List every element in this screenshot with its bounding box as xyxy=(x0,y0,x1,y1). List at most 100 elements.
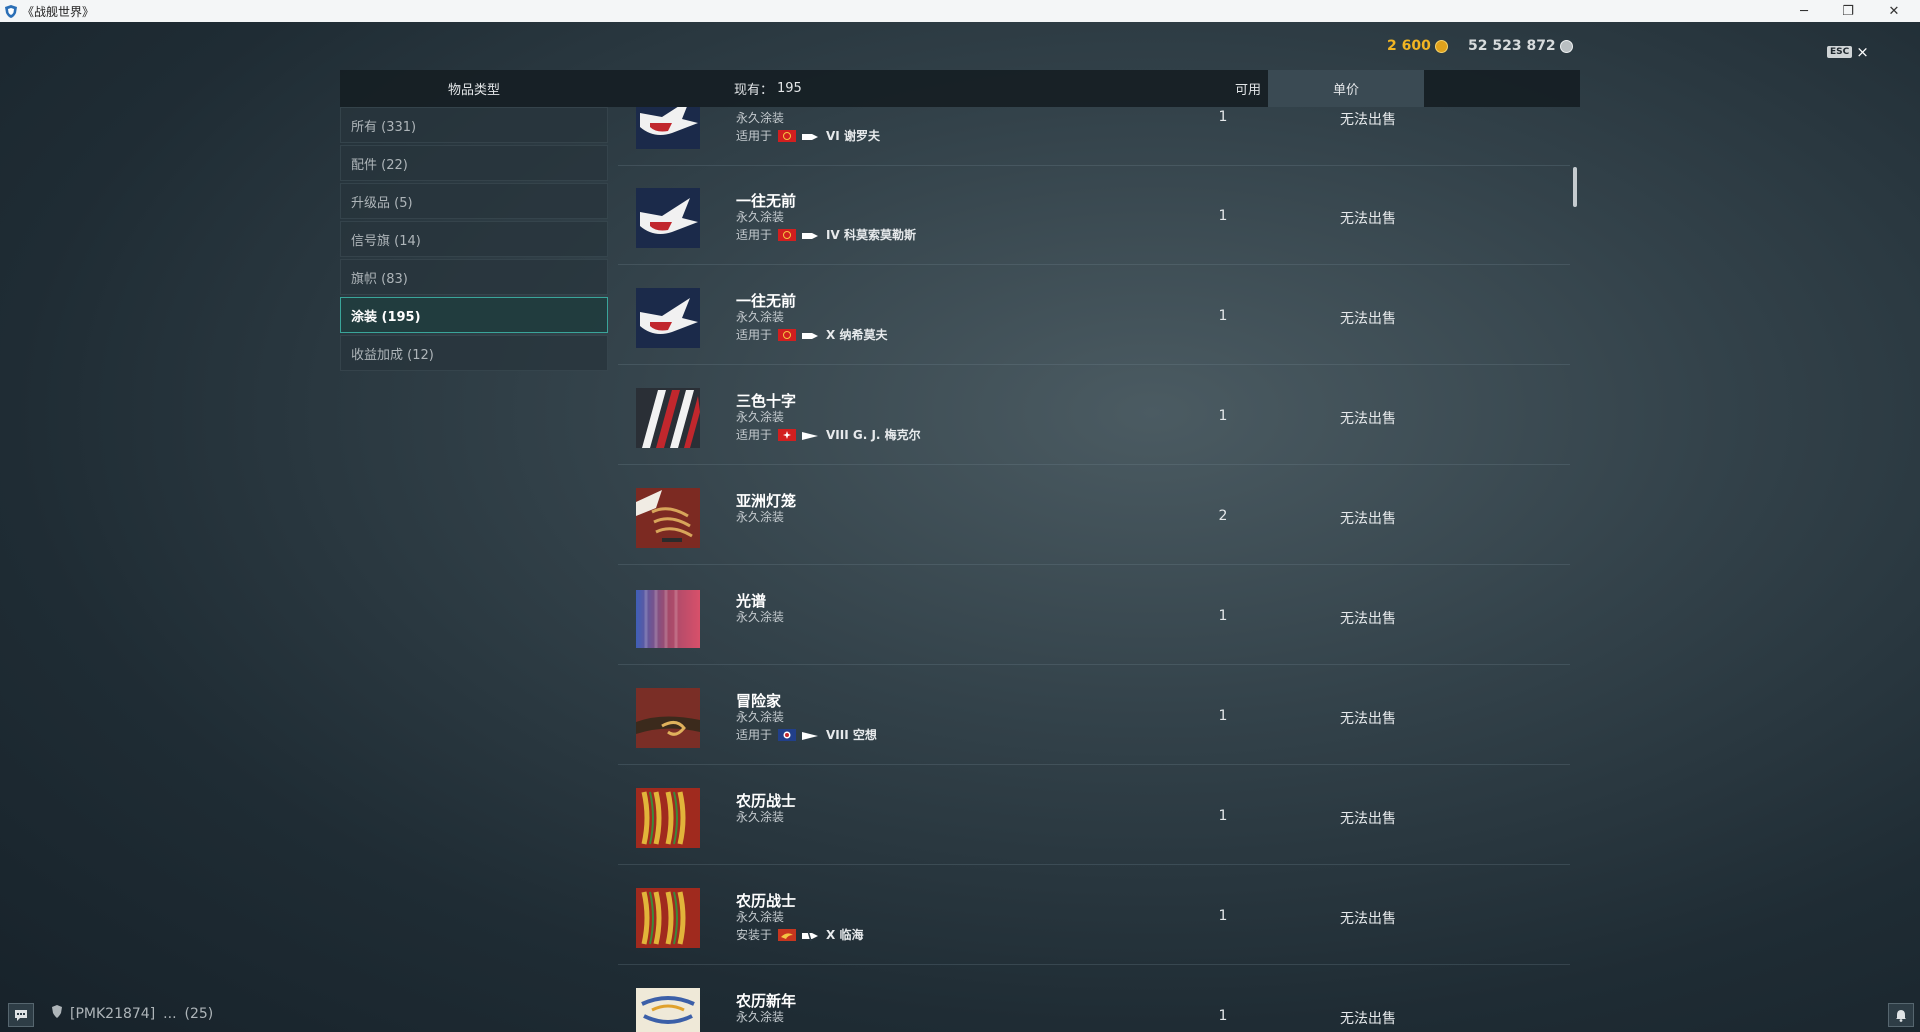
chat-button[interactable] xyxy=(8,1003,34,1027)
item-applies: 适用于 VIII G. J. 梅克尔 xyxy=(736,426,921,443)
item-applies: 安装于 X 临海 xyxy=(736,926,863,943)
item-price: 无法出售 xyxy=(1340,211,1396,227)
lantern-camo-icon xyxy=(632,482,704,554)
minimize-button[interactable]: ─ xyxy=(1782,0,1826,22)
applies-label: 适用于 xyxy=(736,428,773,442)
list-item[interactable]: 农历战士 永久涂装 安装于 X 临海 1 无法出售 xyxy=(618,866,1570,965)
item-type: 永久涂装 xyxy=(736,210,785,224)
sidebar-item-modules[interactable]: 配件 (22) xyxy=(340,145,608,181)
destroyer-icon xyxy=(802,330,820,340)
sidebar-item-upgrades[interactable]: 升级品 (5) xyxy=(340,183,608,219)
item-price: 无法出售 xyxy=(1340,811,1396,827)
sidebar-item-all[interactable]: 所有 (331) xyxy=(340,107,608,143)
silver-balance: 52 523 872 xyxy=(1468,38,1573,54)
item-price: 无法出售 xyxy=(1340,411,1396,427)
destroyer-icon xyxy=(802,930,820,941)
bell-icon xyxy=(1896,1009,1906,1022)
item-type: 永久涂装 xyxy=(736,1010,785,1024)
panasia-flag-icon xyxy=(778,928,797,941)
sidebar-item-flags[interactable]: 旗帜 (83) xyxy=(340,259,608,295)
stripes-camo-icon xyxy=(632,382,704,454)
item-type: 永久涂装 xyxy=(736,410,785,424)
item-price: 无法出售 xyxy=(1340,711,1396,727)
item-price: 无法出售 xyxy=(1340,911,1396,927)
list-item[interactable]: 农历战士 永久涂装 1 无法出售 xyxy=(618,766,1570,865)
item-type: 永久涂装 xyxy=(736,610,785,624)
spectrum-camo-icon xyxy=(632,582,704,654)
swallow-camo-icon xyxy=(632,182,704,254)
item-quantity: 1 xyxy=(1218,808,1228,824)
applies-label: 适用于 xyxy=(736,328,773,342)
clan-info[interactable]: [PMK21874] ... (25) xyxy=(52,1005,213,1022)
restore-button[interactable]: ❐ xyxy=(1826,0,1870,22)
esc-close-button[interactable]: ESC × xyxy=(1827,43,1869,61)
sidebar-item-camouflage[interactable]: 涂装 (195) xyxy=(340,297,608,333)
item-price: 无法出售 xyxy=(1340,311,1396,327)
inventory-header: 物品类型 现有： 195 可用 单价 xyxy=(340,70,1580,107)
cruiser-icon xyxy=(802,730,820,740)
item-quantity: 1 xyxy=(1218,208,1228,224)
item-quantity: 1 xyxy=(1218,908,1228,924)
item-type: 永久涂装 xyxy=(736,910,785,924)
window-titlebar: 《战舰世界》 xyxy=(0,0,1920,22)
chat-icon xyxy=(15,1010,27,1021)
header-category: 物品类型 xyxy=(447,83,500,98)
item-quantity: 1 xyxy=(1218,1008,1228,1024)
item-type: 永久涂装 xyxy=(736,710,785,724)
notifications-button[interactable] xyxy=(1888,1003,1914,1027)
item-quantity: 1 xyxy=(1218,408,1228,424)
gold-balance: 2 600 xyxy=(1387,38,1448,54)
close-icon: × xyxy=(1856,43,1869,61)
item-price: 无法出售 xyxy=(1340,611,1396,627)
list-item[interactable]: 永久涂装 适用于 VI 谢罗夫 1 无法出售 xyxy=(618,107,1570,166)
item-quantity: 2 xyxy=(1218,508,1228,524)
item-quantity: 1 xyxy=(1218,308,1228,324)
applies-label: 适用于 xyxy=(736,728,773,742)
ship-name: IV 科莫索莫勒斯 xyxy=(826,228,916,242)
list-item[interactable]: 一往无前 永久涂装 适用于 X 纳希莫夫 1 无法出售 xyxy=(618,266,1570,365)
item-quantity: 1 xyxy=(1218,708,1228,724)
ussr-flag-icon xyxy=(778,328,797,341)
item-price: 无法出售 xyxy=(1340,112,1396,128)
header-count-value: 195 xyxy=(777,81,802,96)
list-item[interactable]: 农历新年 永久涂装 1 无法出售 xyxy=(618,966,1570,1032)
item-type: 永久涂装 xyxy=(736,111,785,125)
list-item[interactable]: 一往无前 永久涂装 适用于 IV 科莫索莫勒斯 1 无法出售 xyxy=(618,166,1570,265)
ship-name: X 临海 xyxy=(826,928,864,942)
adventurer-camo-icon xyxy=(632,682,704,754)
window-title: 《战舰世界》 xyxy=(22,4,95,19)
cruiser-icon xyxy=(802,430,820,440)
clan-shield-icon xyxy=(52,1005,62,1022)
applies-label: 适用于 xyxy=(736,228,773,242)
ship-name: X 纳希莫夫 xyxy=(826,328,888,342)
list-item[interactable]: 亚洲灯笼 永久涂装 2 无法出售 xyxy=(618,466,1570,565)
applies-label: 适用于 xyxy=(736,129,773,143)
list-scrollbar[interactable] xyxy=(1573,167,1577,207)
item-quantity: 1 xyxy=(1218,109,1228,125)
list-item[interactable]: 三色十字 永久涂装 适用于 VIII G. J. 梅克尔 1 无法出售 xyxy=(618,366,1570,465)
lunar-warrior-camo-icon xyxy=(632,882,704,954)
swallow-camo-icon xyxy=(632,282,704,354)
clan-count: (25) xyxy=(184,1005,214,1022)
app-shield-icon xyxy=(4,4,18,18)
esc-key-label: ESC xyxy=(1827,46,1853,58)
sidebar-item-economic-bonus[interactable]: 收益加成 (12) xyxy=(340,335,608,371)
list-item[interactable]: 光谱 永久涂装 1 无法出售 xyxy=(618,566,1570,665)
item-price: 无法出售 xyxy=(1340,511,1396,527)
close-window-button[interactable]: ✕ xyxy=(1872,0,1916,22)
destroyer-icon xyxy=(802,230,820,240)
silver-amount: 52 523 872 xyxy=(1468,38,1556,54)
list-item[interactable]: 冒险家 永久涂装 适用于 VIII 空想 1 无法出售 xyxy=(618,666,1570,765)
clan-tag: [PMK21874] xyxy=(70,1005,156,1022)
item-applies: 适用于 X 纳希莫夫 xyxy=(736,326,887,343)
header-unit-price-sort[interactable]: 单价 xyxy=(1268,70,1424,107)
item-type: 永久涂装 xyxy=(736,810,785,824)
ussr-flag-icon xyxy=(778,129,797,142)
item-applies: 适用于 VIII 空想 xyxy=(736,726,877,743)
lunar-newyear-camo-icon xyxy=(632,982,704,1032)
sidebar-item-signals[interactable]: 信号旗 (14) xyxy=(340,221,608,257)
ussr-flag-icon xyxy=(778,228,797,241)
item-quantity: 1 xyxy=(1218,608,1228,624)
header-count-label: 现有： xyxy=(734,83,774,98)
swallow-camo-icon xyxy=(632,107,704,155)
